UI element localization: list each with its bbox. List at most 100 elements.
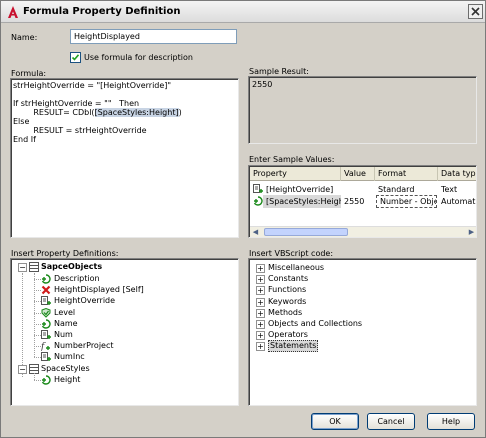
tree-connector (34, 312, 41, 314)
tree-group-label[interactable]: SapceObjects (41, 261, 102, 273)
column-header-data-type[interactable]: Data type (438, 167, 476, 181)
collapse-icon[interactable]: − (18, 365, 27, 374)
scrollbar-thumb[interactable] (264, 228, 348, 236)
tree-item-label[interactable]: NumInc (54, 351, 85, 363)
automatic-property-icon (41, 274, 51, 284)
tree-connector (34, 279, 41, 280)
name-input-value: HeightDisplayed (74, 32, 140, 41)
tree-item-label[interactable]: HeightOverride (54, 295, 115, 307)
expand-icon[interactable]: + (256, 342, 265, 352)
vbscript-category-item[interactable]: Keywords (268, 296, 306, 308)
formula-property-icon: f (41, 342, 50, 351)
sample-datatype-cell: Automatic (441, 197, 476, 206)
tree-connector (34, 301, 41, 303)
tree-connector (22, 273, 23, 377)
formula-line-5: Else (13, 117, 30, 126)
formula-label: Formula: (11, 69, 47, 78)
formula-line-1: strHeightOverride = "[HeightOverride]" (13, 81, 172, 90)
formula-line-3: If strHeightOverride = "" Then (13, 99, 140, 108)
scroll-left-icon[interactable]: ◀ (250, 227, 261, 237)
vbscript-category-item[interactable]: Constants (268, 273, 308, 285)
collapse-icon[interactable]: − (18, 263, 27, 272)
help-button[interactable]: Help (427, 413, 475, 430)
tree-item-label[interactable]: NumberProject (54, 340, 114, 352)
property-definitions-tree[interactable]: − SapceObjects − SpaceStyles Height Desc… (10, 258, 239, 406)
sample-property-cell: [SpaceStyles:Height] (263, 195, 341, 208)
tree-item-label[interactable]: Num (54, 329, 73, 341)
autocad-app-icon (8, 6, 18, 18)
expand-icon[interactable]: + (256, 286, 265, 296)
tree-item-label[interactable]: Height (54, 374, 80, 386)
sample-result-value: 2550 (252, 80, 273, 89)
tree-connector (34, 323, 41, 325)
automatic-property-icon (253, 196, 263, 206)
table-row[interactable]: [SpaceStyles:Height] 2550 Number - Objec… (250, 195, 476, 208)
formula-line-4-prefix: RESULT= CDbl( (13, 108, 95, 117)
formula-editor[interactable]: strHeightOverride = "[HeightOverride]" I… (10, 78, 239, 238)
text-property-icon (41, 330, 51, 339)
automatic-property-icon (41, 319, 51, 329)
horizontal-scrollbar[interactable]: ◀ ▶ (250, 226, 476, 237)
automatic-property-icon (41, 375, 51, 385)
tree-connector (34, 380, 41, 381)
tree-item-label[interactable]: Level (54, 307, 75, 319)
expand-icon[interactable]: + (256, 275, 265, 285)
column-header-format[interactable]: Format (375, 167, 438, 181)
expand-icon[interactable]: + (256, 264, 265, 273)
vbscript-category-item[interactable]: Objects and Collections (268, 318, 362, 330)
sample-value-cell[interactable]: 2550 (341, 195, 375, 208)
formula-line-7: End If (13, 135, 36, 144)
use-formula-checkbox[interactable] (70, 52, 81, 63)
vbscript-category-item[interactable]: Functions (268, 284, 306, 296)
use-formula-label[interactable]: Use formula for description (84, 53, 193, 62)
property-set-icon (29, 262, 39, 272)
sample-values-grid[interactable]: Property Value Format Data type [HeightO… (248, 165, 477, 238)
formula-line-6: RESULT = strHeightOverride (13, 126, 147, 135)
name-input[interactable]: HeightDisplayed (70, 29, 237, 44)
tree-connector (34, 346, 41, 348)
checkmark-icon (71, 54, 80, 61)
cancel-button[interactable]: Cancel (367, 413, 415, 430)
tree-item-label[interactable]: HeightDisplayed [Self] (54, 284, 144, 296)
expand-icon[interactable]: + (256, 331, 265, 341)
column-header-property[interactable]: Property (250, 167, 341, 181)
vbscript-category-item[interactable]: Statements (268, 340, 319, 353)
tree-item-label[interactable]: Description (54, 273, 100, 285)
expand-icon[interactable]: + (256, 308, 265, 318)
vbscript-category-item[interactable]: Operators (268, 329, 308, 341)
tree-connector (34, 357, 41, 359)
tree-connector (34, 373, 35, 380)
sample-format-cell[interactable]: Number - Object (376, 195, 437, 208)
text-property-icon (41, 296, 51, 306)
sample-result-label: Sample Result: (249, 67, 309, 76)
expand-icon[interactable]: + (256, 297, 265, 307)
title-bar[interactable]: Formula Property Definition (1, 1, 485, 23)
grid-header: Property Value Format Data type (250, 167, 476, 181)
window-title: Formula Property Definition (23, 6, 181, 17)
ok-button[interactable]: OK (311, 413, 359, 430)
vbscript-tree[interactable]: + Miscellaneous + Constants + Functions + Keywo… (248, 258, 477, 406)
formula-line-4-suffix: ) (178, 108, 182, 117)
vbscript-category-item[interactable]: Methods (268, 307, 302, 319)
red-x-icon (41, 285, 51, 295)
tree-connector (34, 290, 41, 292)
column-header-value[interactable]: Value (341, 167, 375, 181)
formula-line-4: RESULT= CDbl([SpaceStyles:Height]) (13, 108, 182, 117)
name-label: Name: (11, 33, 38, 42)
close-button[interactable] (468, 4, 483, 19)
svg-text:f: f (41, 342, 46, 351)
tree-connector (34, 335, 41, 336)
text-property-icon (253, 184, 263, 193)
sample-result-box: 2550 (248, 76, 477, 144)
text-property-icon (41, 352, 51, 362)
tree-item-label[interactable]: Name (54, 318, 78, 330)
property-definitions-label: Insert Property Definitions: (11, 249, 119, 258)
scroll-right-icon[interactable]: ▶ (466, 227, 476, 237)
close-icon (471, 7, 480, 16)
sample-values-label: Enter Sample Values: (249, 155, 335, 164)
vbscript-category-item[interactable]: Miscellaneous (268, 262, 324, 274)
formula-highlighted-reference: [SpaceStyles:Height] (94, 108, 179, 117)
location-property-icon (41, 307, 51, 318)
expand-icon[interactable]: + (256, 320, 265, 329)
tree-connector (34, 273, 35, 358)
